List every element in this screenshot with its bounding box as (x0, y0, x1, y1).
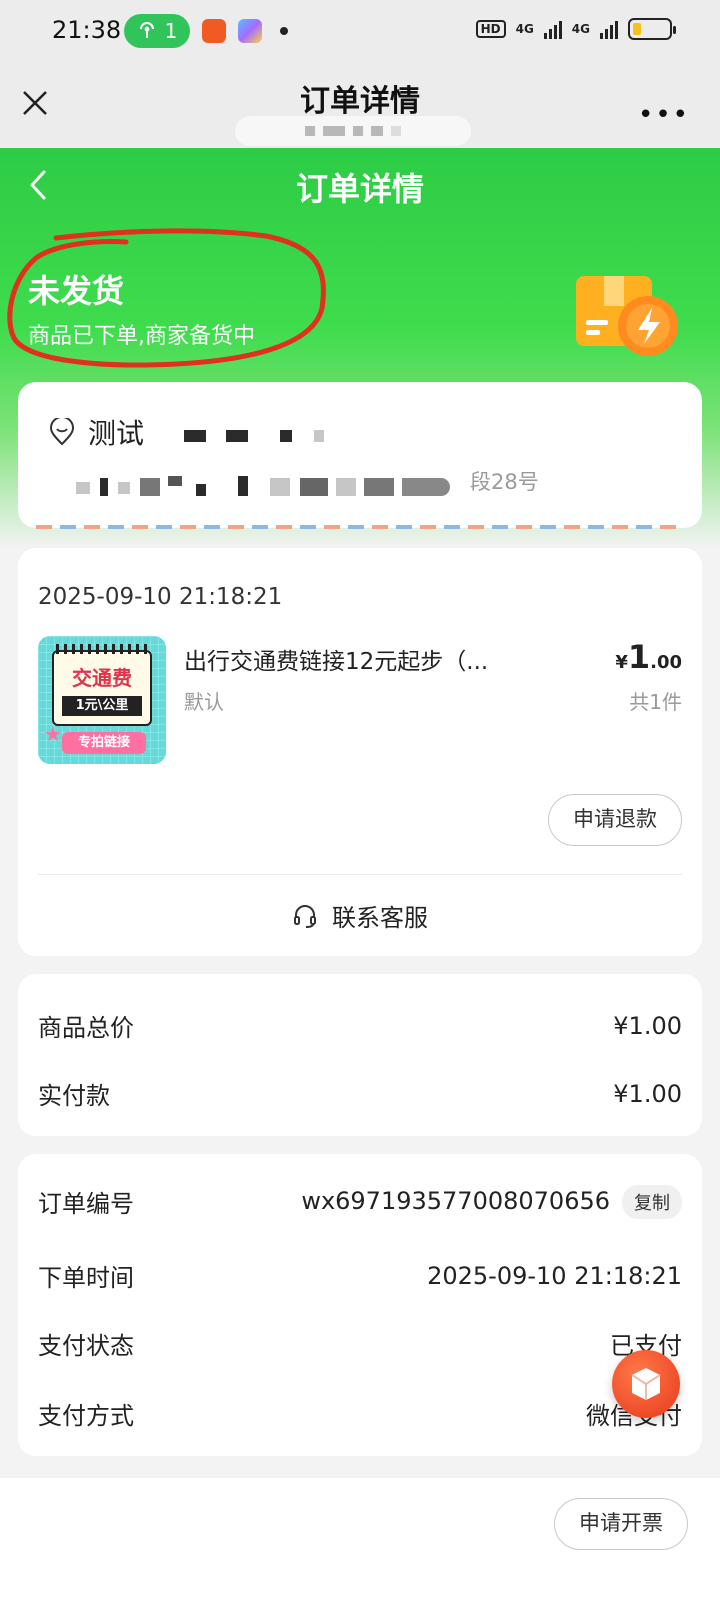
redacted-address (76, 482, 90, 494)
contact-service-label: 联系客服 (332, 904, 428, 932)
address-card[interactable]: 测试 段28号 (18, 382, 702, 528)
order-info-card: 订单编号 wx697193577008070656 复制 下单时间 2025-09… (18, 1154, 702, 1456)
order-item-card: 2025-09-10 21:18:21 交通费 1元\公里 ★ 专拍链接 出行交… (18, 548, 702, 956)
redacted-block (270, 478, 290, 496)
thumb-tag: 专拍链接 (62, 732, 146, 754)
hotspot-icon (139, 22, 154, 38)
redacted-block (196, 484, 206, 496)
order-time-value: 2025-09-10 21:18:21 (427, 1261, 682, 1290)
paid-amount-value: ¥1.00 (613, 1079, 682, 1108)
package-lightning-icon (576, 276, 678, 356)
webview-titlebar: 订单详情 ••• (0, 64, 720, 148)
total-price-row: 商品总价 ¥1.00 (38, 1008, 682, 1043)
divider (38, 874, 682, 875)
apply-refund-button[interactable]: 申请退款 (548, 794, 682, 846)
battery-icon (628, 18, 676, 40)
hotspot-count: 1 (164, 19, 178, 43)
signal-bars-icon-2 (600, 19, 618, 39)
page-title: 订单详情 (295, 170, 424, 208)
status-time: 21:38 (52, 16, 122, 44)
order-time: 2025-09-10 21:18:21 (38, 584, 283, 610)
order-number-group: wx697193577008070656 复制 (301, 1184, 682, 1219)
redacted-phone (184, 430, 206, 442)
status-right-icons: HD 4G 4G (475, 18, 676, 40)
more-menu-button[interactable]: ••• (638, 100, 690, 130)
product-quantity: 共1件 (629, 690, 682, 714)
price-summary-card: 商品总价 ¥1.00 实付款 ¥1.00 (18, 974, 702, 1136)
redacted-block (226, 430, 248, 442)
signal-bars-icon (543, 19, 562, 39)
price-currency: ¥ (615, 652, 628, 673)
bottom-action-bar: 申请开票 (0, 1478, 720, 1600)
redacted-block (314, 430, 324, 442)
status-bar: 21:38 1 HD 4G 4G (0, 0, 720, 64)
recipient-name: 测试 (88, 417, 145, 450)
redacted-block (100, 478, 108, 496)
notification-app-icon-2 (238, 19, 262, 43)
cube-icon (631, 1368, 661, 1400)
floating-cube-button[interactable] (612, 1350, 680, 1418)
redacted-block (402, 478, 450, 496)
redacted-block (140, 478, 160, 496)
hotspot-pill: 1 (124, 14, 190, 48)
paid-amount-row: 实付款 ¥1.00 (38, 1076, 682, 1111)
redacted-block (238, 476, 248, 496)
order-status-note: 商品已下单,商家备货中 (28, 324, 255, 349)
star-icon: ★ (44, 722, 62, 746)
pay-status-row: 支付状态 已支付 (38, 1326, 682, 1361)
redacted-block (280, 430, 292, 442)
pay-method-row: 支付方式 微信支付 (38, 1396, 682, 1431)
product-name[interactable]: 出行交通费链接12元起步（... (184, 642, 524, 676)
signal-type-1: 4G (515, 22, 534, 36)
redacted-block (300, 478, 328, 496)
redacted-block (118, 482, 130, 494)
thumb-subtitle: 1元\公里 (62, 696, 142, 716)
apply-invoice-button[interactable]: 申请开票 (554, 1498, 688, 1550)
location-smile-icon (49, 418, 75, 446)
pay-status-label: 支付状态 (38, 1332, 134, 1360)
product-sku: 默认 (184, 690, 224, 714)
order-status: 未发货 (28, 272, 125, 310)
headset-icon (294, 904, 316, 928)
total-price-label: 商品总价 (38, 1014, 134, 1042)
order-time-label: 下单时间 (38, 1264, 134, 1292)
redacted-block (364, 478, 394, 496)
thumb-rings (56, 644, 148, 654)
order-number-value: wx697193577008070656 (301, 1186, 610, 1215)
order-number-label: 订单编号 (38, 1190, 134, 1218)
order-time-row: 下单时间 2025-09-10 21:18:21 (38, 1258, 682, 1293)
paid-amount-label: 实付款 (38, 1082, 110, 1110)
price-decimal: .00 (650, 652, 682, 673)
signal-type-2: 4G (571, 22, 590, 36)
total-price-value: ¥1.00 (613, 1011, 682, 1040)
redacted-block (336, 478, 356, 496)
contact-service-button[interactable]: 联系客服 (18, 898, 702, 933)
price-integer: 1 (627, 638, 651, 676)
thumb-title: 交通费 (72, 666, 132, 690)
webview-title: 订单详情 (300, 84, 420, 119)
webview-subtitle-redacted (235, 116, 471, 146)
hd-voice-icon: HD (475, 20, 506, 38)
redacted-block (168, 476, 182, 486)
more-notifications-dot (280, 27, 288, 35)
product-price: ¥1.00 (615, 638, 682, 676)
copy-button[interactable]: 复制 (622, 1184, 682, 1219)
address-suffix: 段28号 (470, 470, 539, 494)
notification-app-icon (202, 19, 226, 43)
order-number-row: 订单编号 wx697193577008070656 复制 (38, 1184, 682, 1219)
product-thumbnail[interactable]: 交通费 1元\公里 ★ 专拍链接 (38, 636, 166, 764)
pay-method-label: 支付方式 (38, 1402, 134, 1430)
envelope-stripe-divider (36, 525, 684, 529)
